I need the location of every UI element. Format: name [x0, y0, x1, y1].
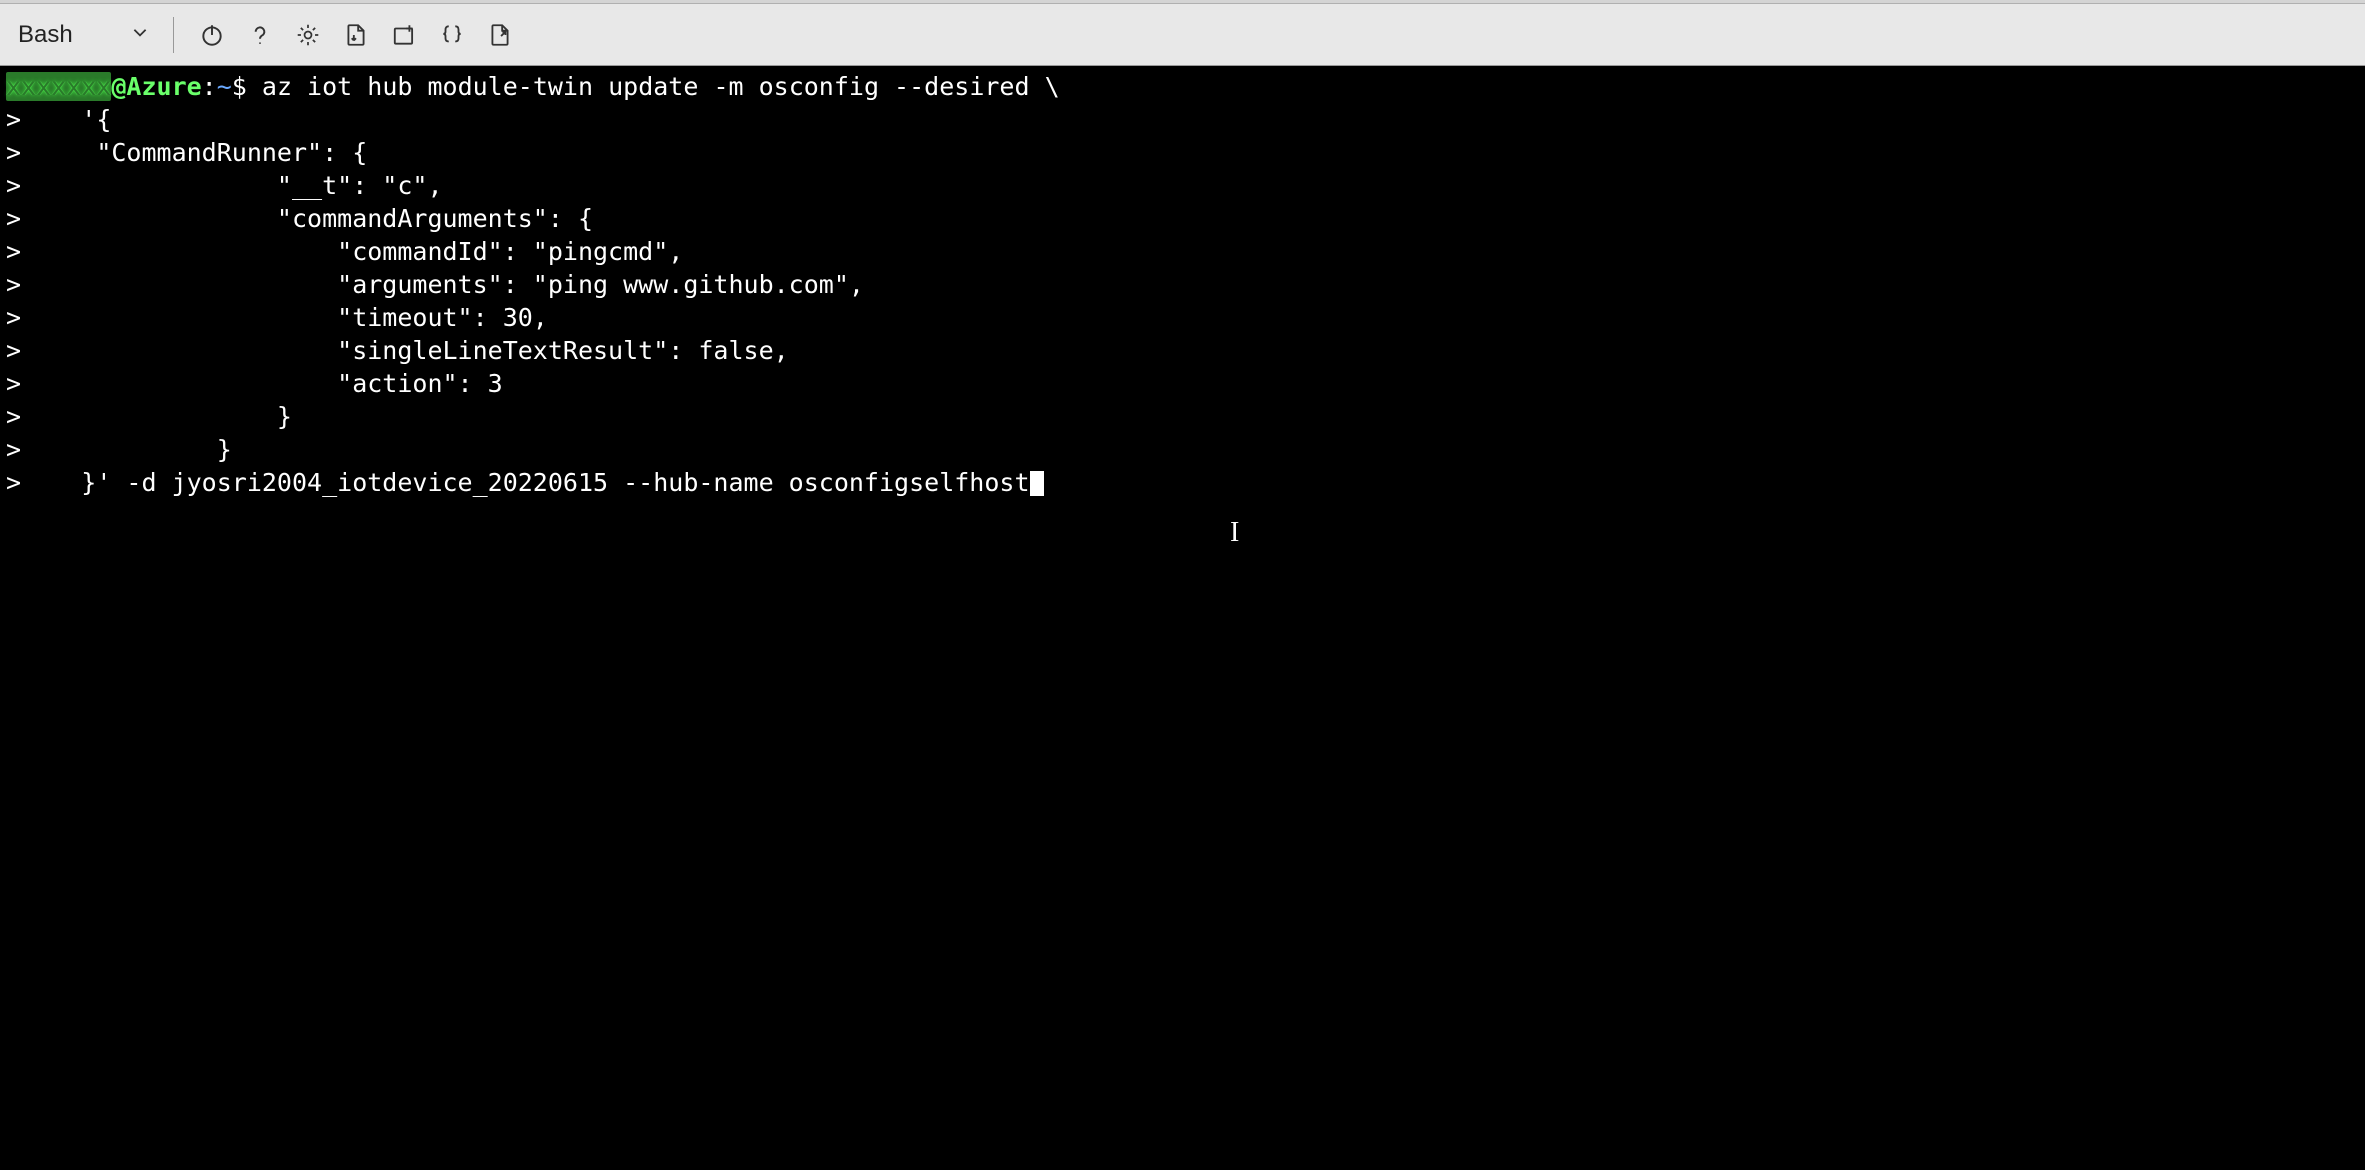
upload-download-button[interactable] [335, 14, 377, 56]
command-text: "CommandRunner": { [21, 138, 367, 167]
continuation-marker: > [6, 402, 21, 431]
terminal-cursor [1030, 471, 1044, 496]
continuation-marker: > [6, 105, 21, 134]
continuation-marker: > [6, 435, 21, 464]
command-text: "action": 3 [21, 369, 503, 398]
continuation-marker: > [6, 468, 21, 497]
command-text: "timeout": 30, [21, 303, 548, 332]
power-restart-button[interactable] [191, 14, 233, 56]
command-text: } [21, 435, 232, 464]
command-text: "commandArguments": { [21, 204, 593, 233]
chevron-down-icon [131, 23, 149, 47]
continuation-marker: > [6, 336, 21, 365]
continuation-marker: > [6, 303, 21, 332]
command-text: "singleLineTextResult": false, [21, 336, 789, 365]
continuation-marker: > [6, 369, 21, 398]
shell-selector-label: Bash [18, 21, 73, 49]
settings-button[interactable] [287, 14, 329, 56]
prompt-path: ~ [217, 72, 232, 101]
command-text: } [21, 402, 292, 431]
new-session-button[interactable] [383, 14, 425, 56]
help-button[interactable] [239, 14, 281, 56]
continuation-marker: > [6, 171, 21, 200]
command-text: '{ [21, 105, 111, 134]
continuation-marker: > [6, 270, 21, 299]
cloud-shell-toolbar: Bash [0, 4, 2365, 66]
prompt-host: @Azure [111, 72, 201, 101]
continuation-marker: > [6, 237, 21, 266]
shell-selector[interactable]: Bash [8, 17, 159, 53]
prompt-user-scrubbed: xxxxxxx [6, 72, 111, 101]
text-caret-ibeam: I [1230, 516, 1239, 549]
command-text: "commandId": "pingcmd", [21, 237, 683, 266]
editor-braces-button[interactable] [431, 14, 473, 56]
command-text: "__t": "c", [21, 171, 442, 200]
command-text: "arguments": "ping www.github.com", [21, 270, 864, 299]
web-preview-button[interactable] [479, 14, 521, 56]
terminal-output[interactable]: xxxxxxx@Azure:~$ az iot hub module-twin … [0, 66, 2365, 1170]
continuation-marker: > [6, 138, 21, 167]
command-text: }' -d jyosri2004_iotdevice_20220615 --hu… [21, 468, 1029, 497]
continuation-marker: > [6, 204, 21, 233]
toolbar-divider [173, 17, 174, 53]
command-text: az iot hub module-twin update -m osconfi… [262, 72, 1060, 101]
